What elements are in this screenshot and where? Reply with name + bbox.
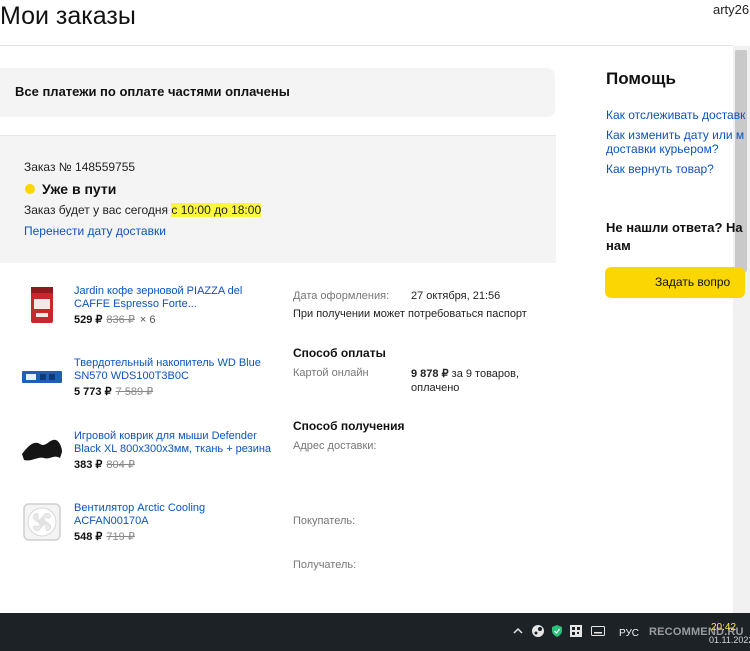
item-price-row: 548 ₽719 ₽ <box>74 530 135 543</box>
no-answer-line-1: Не нашли ответа? На <box>606 220 743 235</box>
chevron-up-icon[interactable] <box>512 626 524 636</box>
clock-time[interactable]: 20:42 <box>711 622 736 633</box>
item-price: 5 773 ₽ <box>74 386 112 398</box>
banner-text: Все платежи по оплате частями оплачены <box>15 84 290 99</box>
help-link-change-date-cont[interactable]: доставки курьером? <box>606 142 719 156</box>
item-name[interactable]: Твердотельный накопитель WD Blue SN570 W… <box>74 357 274 383</box>
language-indicator[interactable]: РУС <box>619 628 639 639</box>
buyer-label: Покупатель: <box>293 515 356 527</box>
status-dot-icon <box>25 184 35 194</box>
eta-prefix: Заказ будет у вас сегодня <box>24 203 172 217</box>
page-title: Мои заказы <box>0 2 136 30</box>
fan-icon <box>23 503 61 541</box>
item-old-price: 836 ₽ <box>106 314 135 326</box>
reschedule-link[interactable]: Перенести дату доставки <box>24 224 166 238</box>
item-qty: × 6 <box>139 314 156 326</box>
payment-status: оплачено <box>411 382 460 394</box>
ssd-icon <box>22 371 62 383</box>
item-old-price: 719 ₽ <box>106 531 135 543</box>
order-status-card <box>0 135 556 263</box>
qr-icon[interactable] <box>570 625 582 637</box>
order-number: Заказ № 148559755 <box>24 160 136 174</box>
payment-count: за 9 товаров, <box>448 368 520 380</box>
delivery-section-title: Способ получения <box>293 419 405 433</box>
steam-icon[interactable] <box>531 624 545 638</box>
item-old-price: 804 ₽ <box>106 459 135 471</box>
coffee-pack-icon <box>31 287 53 323</box>
item-price: 548 ₽ <box>74 531 103 543</box>
mousepad-icon <box>22 439 62 461</box>
clock-date[interactable]: 01.11.2022 <box>709 635 750 645</box>
item-price-row: 383 ₽804 ₽ <box>74 458 135 471</box>
payment-section-title: Способ оплаты <box>293 346 386 360</box>
item-name[interactable]: Игровой коврик для мыши Defender Black X… <box>74 430 274 456</box>
passport-note: При получении может потребоваться паспор… <box>293 308 527 320</box>
item-price-row: 529 ₽836 ₽ × 6 <box>74 313 156 326</box>
keyboard-icon[interactable] <box>591 626 605 636</box>
ask-question-label: Задать вопро <box>655 275 731 289</box>
payment-sum: 9 878 ₽ <box>411 368 449 380</box>
installment-banner: Все платежи по оплате частями оплачены <box>0 68 555 117</box>
item-price-row: 5 773 ₽7 589 ₽ <box>74 385 153 398</box>
payment-summary: 9 878 ₽ за 9 товаров, <box>411 367 519 380</box>
recipient-label: Получатель: <box>293 559 357 571</box>
payment-method-label: Картой онлайн <box>293 367 369 379</box>
item-price: 529 ₽ <box>74 314 103 326</box>
order-date-value: 27 октября, 21:56 <box>411 290 501 302</box>
help-title: Помощь <box>606 69 676 88</box>
order-date-label: Дата оформления: <box>293 290 390 302</box>
username[interactable]: arty26 <box>713 2 749 17</box>
no-answer-line-2: нам <box>606 238 631 253</box>
help-link-return[interactable]: Как вернуть товар? <box>606 162 714 176</box>
address-label: Адрес доставки: <box>293 440 377 452</box>
order-status: Уже в пути <box>42 181 117 197</box>
shield-check-icon[interactable] <box>551 624 563 638</box>
help-link-change-date[interactable]: Как изменить дату или м <box>606 128 744 142</box>
delivery-eta: Заказ будет у вас сегодня с 10:00 до 18:… <box>24 203 262 217</box>
help-link-track[interactable]: Как отслеживать доставк <box>606 108 745 122</box>
item-price: 383 ₽ <box>74 459 103 471</box>
no-answer-text: Не нашли ответа? На нам <box>606 219 743 255</box>
header-divider <box>0 45 733 46</box>
item-name[interactable]: Вентилятор Arctic Cooling ACFAN00170A <box>74 502 274 528</box>
ask-question-button[interactable]: Задать вопро <box>605 267 745 298</box>
eta-window: с 10:00 до 18:00 <box>171 203 262 217</box>
item-name[interactable]: Jardin кофе зерновой PIAZZA del CAFFE Es… <box>74 285 274 311</box>
item-old-price: 7 589 ₽ <box>115 386 154 398</box>
